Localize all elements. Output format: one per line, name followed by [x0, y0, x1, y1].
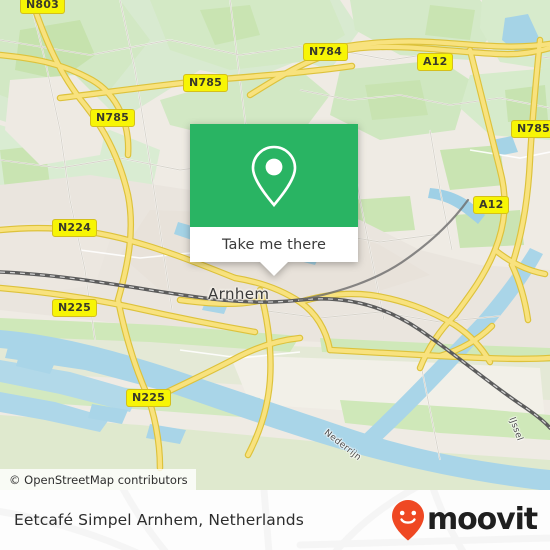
road-shield-n803: N803 [20, 0, 65, 14]
popup-action-area[interactable]: Take me there [190, 227, 358, 262]
road-shield-a12-north: A12 [417, 53, 454, 71]
road-shield-n785-west: N785 [90, 109, 135, 127]
road-shield-n785-east: N785 [511, 120, 550, 138]
moovit-logo[interactable]: moovit [391, 499, 538, 541]
footer-bar: Eetcafé Simpel Arnhem, Netherlands moovi… [0, 490, 550, 550]
attribution-text: © OpenStreetMap contributors [9, 472, 188, 487]
location-title: Eetcafé Simpel Arnhem, Netherlands [14, 511, 304, 529]
take-me-there-button[interactable]: Take me there [222, 237, 326, 253]
moovit-map-screenshot: Arnhem Nederrijn IJssel N803 N784 A12 N7… [0, 0, 550, 550]
road-shield-a12-east: A12 [473, 196, 510, 214]
road-shield-n224: N224 [52, 219, 97, 237]
moovit-wordmark: moovit [426, 502, 538, 537]
popup-marker-area [190, 124, 358, 227]
map-pin-icon [251, 145, 297, 207]
road-shield-n784: N784 [303, 43, 348, 61]
map-place-label: Arnhem [208, 285, 270, 303]
map-attribution[interactable]: © OpenStreetMap contributors [0, 469, 196, 490]
road-shield-n225-south: N225 [126, 389, 171, 407]
moovit-smiley-pin-icon [391, 500, 424, 541]
map-canvas[interactable]: Arnhem Nederrijn IJssel N803 N784 A12 N7… [0, 0, 550, 490]
location-popup-card[interactable]: Take me there [190, 124, 358, 276]
road-shield-n225-north: N225 [52, 299, 97, 317]
road-shield-n785-north: N785 [183, 74, 228, 92]
popup-pointer-tail [260, 262, 288, 276]
